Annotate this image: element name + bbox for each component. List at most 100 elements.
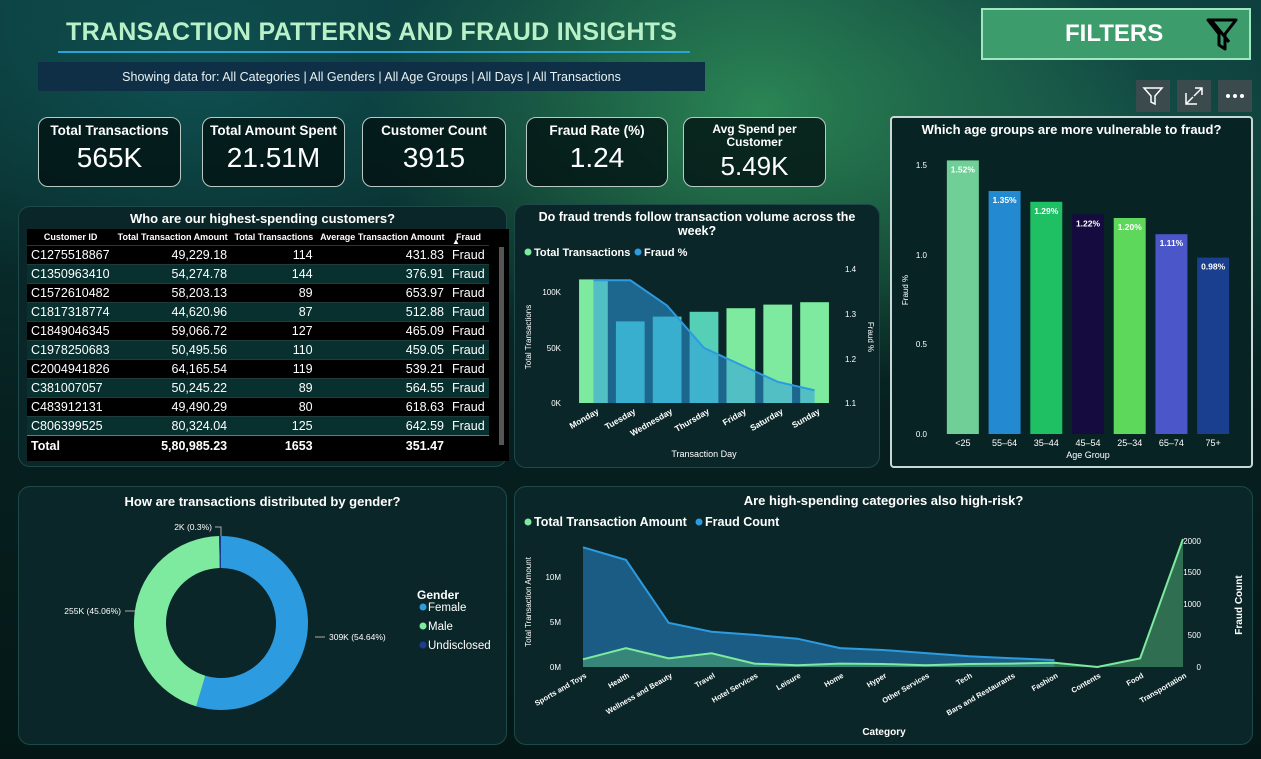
table-cell: 376.91: [316, 264, 448, 284]
table-cell: 58,203.13: [114, 283, 232, 303]
table-cell: Fraud: [448, 283, 489, 303]
table-cell: 110: [231, 340, 317, 360]
table-row[interactable]: C806399525 80,324.04 125 642.59 Fraud: [27, 416, 489, 436]
y-tick: 0M: [550, 663, 561, 672]
more-options-icon[interactable]: [1218, 80, 1252, 112]
y-tick: 100K: [542, 288, 561, 297]
table-cell: C2004941826: [27, 359, 115, 379]
table-cell: C1849046345: [27, 321, 115, 341]
x-tick-label: Health: [607, 671, 632, 690]
table-row[interactable]: C2004941826 64,165.54 119 539.21 Fraud: [27, 359, 489, 379]
data-label: 1.22%: [1076, 218, 1101, 228]
x-tick-label: 75+: [1206, 438, 1221, 448]
table-row[interactable]: C1849046345 59,066.72 127 465.09 Fraud: [27, 321, 489, 341]
kpi-total-transactions: Total Transactions 565K: [38, 117, 181, 187]
y-tick: 0.0: [916, 430, 928, 439]
y2-tick: 500: [1188, 631, 1202, 640]
legend-item-male: Male: [428, 621, 453, 633]
table-cell: C806399525: [27, 416, 115, 436]
kpi-value: 5.49K: [720, 151, 789, 181]
col-header-total-amount[interactable]: Total Transaction Amount: [114, 229, 232, 246]
y-tick: 0.5: [916, 340, 928, 349]
table-cell: Fraud: [448, 340, 489, 360]
panel-title: Who are our highest-spending customers?: [129, 211, 396, 226]
table-cell: 144: [231, 264, 317, 284]
table-scrollbar[interactable]: [499, 247, 504, 445]
table-row[interactable]: C1978250683 50,495.56 110 459.05 Fraud: [27, 340, 489, 360]
gender-donut-chart: 309K (54.64%) 255K (45.06%) 2K (0.3%) Gend…: [64, 522, 491, 710]
y-tick: 5M: [550, 618, 561, 627]
kpi-value: 1.24: [569, 142, 625, 173]
table-cell: 653.97: [316, 283, 448, 303]
kpi-value: 565K: [76, 142, 143, 173]
top-customers-panel: Who are our highest-spending customers? …: [18, 206, 509, 467]
table-cell: Fraud: [448, 378, 489, 398]
table-row[interactable]: C1350963410 54,274.78 144 376.91 Fraud: [27, 264, 489, 284]
table-row[interactable]: C483912131 49,490.29 80 618.63 Fraud: [27, 397, 489, 417]
bar-age-group: [1155, 234, 1188, 434]
focus-mode-icon[interactable]: [1177, 80, 1211, 112]
table-row[interactable]: C1817318774 44,620.96 87 512.88 Fraud: [27, 302, 489, 322]
y-tick: 0K: [551, 399, 561, 408]
y-axis-title: Fraud %: [901, 275, 910, 305]
table-cell: Fraud: [448, 397, 489, 417]
chart-legend: Total Transactions Fraud %: [524, 247, 688, 259]
col-header-customer-id[interactable]: Customer ID: [27, 229, 115, 246]
table-row[interactable]: C1275518867 49,229.18 114 431.83 Fraud: [27, 245, 489, 265]
table-cell: 125: [231, 416, 317, 436]
kpi-avg-spend: Avg Spend per Customer 5.49K: [683, 117, 826, 187]
table-cell: C381007057: [27, 378, 115, 398]
table-row[interactable]: C1572610482 58,203.13 89 653.97 Fraud: [27, 283, 489, 303]
x-tick-label: Saturday: [748, 406, 785, 433]
leader-line: [215, 526, 222, 536]
category-area-chart: Total Transaction Amount Fraud Count 10M…: [524, 515, 1245, 738]
x-tick-label: Hotel Services: [710, 671, 759, 705]
table-cell: 80: [231, 397, 317, 417]
x-tick-label: 55–64: [992, 438, 1017, 448]
table-viewport: Customer ID Total Transaction Amount Tot…: [27, 229, 509, 461]
x-tick-label: Home: [823, 671, 846, 689]
y2-tick: 1.3: [845, 310, 857, 319]
total-amount: 5,80,985.23: [114, 435, 232, 456]
x-tick-label: Transportation: [1138, 671, 1188, 705]
y-tick: 10M: [545, 573, 561, 582]
weekday-combo-chart: Total Transactions Fraud % 100K 50K 0K 1…: [524, 247, 875, 459]
table-cell: Fraud: [448, 359, 489, 379]
col-header-avg-amount[interactable]: Average Transaction Amount: [316, 229, 448, 246]
filter-icon[interactable]: [1136, 80, 1170, 112]
x-tick-label: 45–54: [1075, 438, 1100, 448]
table-cell: Fraud: [448, 264, 489, 284]
x-tick-label: Wednesday: [628, 406, 674, 438]
x-tick-label: Other Services: [880, 671, 930, 705]
legend-title: Gender: [417, 588, 459, 602]
gender-chart-panel: How are transactions distributed by gend…: [18, 486, 507, 745]
table-cell: C1350963410: [27, 264, 115, 284]
y-tick: 1.0: [916, 251, 928, 260]
table-row[interactable]: C381007057 50,245.22 89 564.55 Fraud: [27, 378, 489, 398]
table-cell: C1978250683: [27, 340, 115, 360]
legend-dot: [419, 622, 427, 630]
kpi-label: Fraud Rate (%): [549, 123, 645, 138]
y2-axis-title: Fraud Count: [1234, 575, 1245, 635]
table-cell: 50,245.22: [114, 378, 232, 398]
filters-button[interactable]: FILTERS: [981, 8, 1251, 60]
total-transactions: 1653: [231, 435, 317, 456]
legend-dot: [419, 641, 427, 649]
slice-label-undisclosed: 2K (0.3%): [174, 522, 212, 532]
x-tick-label: Travel: [693, 671, 716, 690]
table-cell: 431.83: [316, 245, 448, 265]
y2-tick: 2000: [1183, 537, 1201, 546]
table-cell: 564.55: [316, 378, 448, 398]
table-cell: 459.05: [316, 340, 448, 360]
table-cell: 54,274.78: [114, 264, 232, 284]
total-fraud: [448, 435, 489, 456]
col-header-total-transactions[interactable]: Total Transactions: [231, 229, 317, 246]
x-tick-label: 25–34: [1117, 438, 1142, 448]
kpi-value: 3915: [402, 142, 466, 173]
age-bar-chart: 1.5 1.0 0.5 0.0 Fraud % Age Group 1.52% <…: [901, 160, 1230, 460]
x-axis-title: Category: [862, 727, 906, 738]
filters-funnel-icon: [1205, 16, 1239, 59]
table-cell: 618.63: [316, 397, 448, 417]
sort-arrow-icon[interactable]: ▲: [452, 237, 460, 246]
data-label: 1.20%: [1118, 222, 1143, 232]
